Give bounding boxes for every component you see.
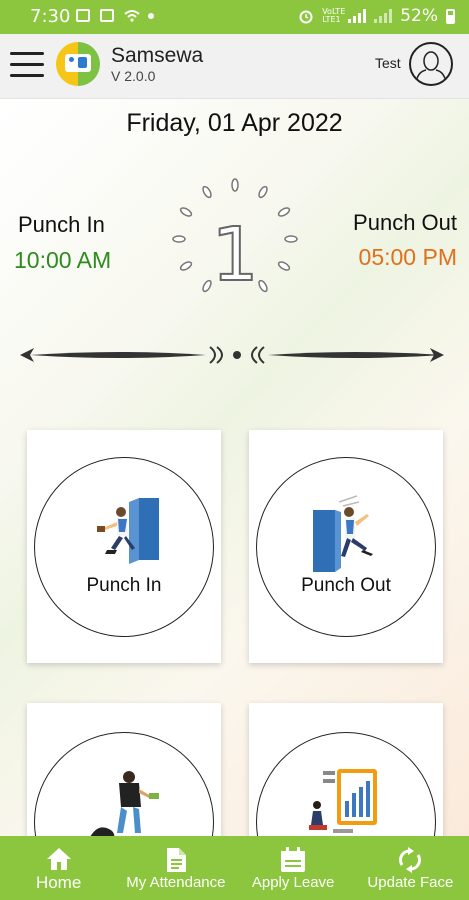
app-logo [56,42,100,86]
punch-in-label: Punch In [18,212,105,237]
notification-icons [76,9,154,22]
alarm-icon [299,10,313,24]
nav-update-face[interactable]: Update Face [352,836,469,900]
punch-out-card-label: Punch Out [301,575,391,596]
nav-apply-leave[interactable]: Apply Leave [235,836,352,900]
report-illustration-icon [309,769,377,833]
app-bar: Samsewa V 2.0.0 Test [0,34,469,99]
punch-in-card-label: Punch In [86,575,162,596]
nav-my-attendance[interactable]: My Attendance [117,836,234,900]
report-card[interactable] [249,703,443,836]
nav-my-attendance-label: My Attendance [126,874,226,891]
wifi-icon [124,9,140,22]
refresh-icon [399,847,422,873]
worker-illustration-icon [90,771,159,836]
attendance-card[interactable] [27,703,221,836]
status-bar: 7:30 VoLTE LTE1 52% [0,0,469,34]
home-icon [46,848,71,870]
main-content: Friday, 01 Apr 2022 Punch In 10:00 AM 1 … [0,99,469,836]
bottom-navigation: Home My Attendance Apply Leave Update Fa… [0,836,469,900]
nav-home-label: Home [35,873,82,892]
clock-dial-digit: 1 [211,212,258,298]
punch-in-illustration-icon [97,498,159,564]
calendar-icon [281,847,306,872]
status-right: VoLTE LTE1 52% [298,6,455,26]
notification-dot-icon [148,13,154,19]
signal-2-icon [374,9,393,23]
document-icon [166,848,186,872]
signal-icon [348,9,367,23]
battery-percent: 52% [400,6,438,26]
app-title: Samsewa [111,44,204,67]
punch-out-label: Punch Out [353,210,457,235]
ornamental-divider-icon [20,346,444,364]
nav-apply-leave-label: Apply Leave [251,874,335,891]
gallery-icon [76,9,90,22]
network-label: VoLTE LTE1 [322,7,346,24]
hamburger-menu-icon[interactable] [10,52,44,78]
punch-in-card[interactable]: Punch In [27,430,221,663]
nav-home[interactable]: Home [0,836,117,900]
user-avatar-icon[interactable] [409,42,453,86]
punch-out-time: 05:00 PM [358,244,457,270]
clock-dial-icon: 1 [172,178,298,299]
app-version: V 2.0.0 [111,68,156,84]
status-time: 7:30 [30,6,71,27]
user-name: Test [375,55,401,71]
message-icon [100,9,114,22]
nav-update-face-label: Update Face [367,874,454,891]
current-date: Friday, 01 Apr 2022 [126,109,343,137]
punch-out-card[interactable]: Punch Out [249,430,443,663]
punch-in-time: 10:00 AM [14,247,112,273]
punch-out-illustration-icon [313,495,373,572]
battery-icon [446,8,455,24]
